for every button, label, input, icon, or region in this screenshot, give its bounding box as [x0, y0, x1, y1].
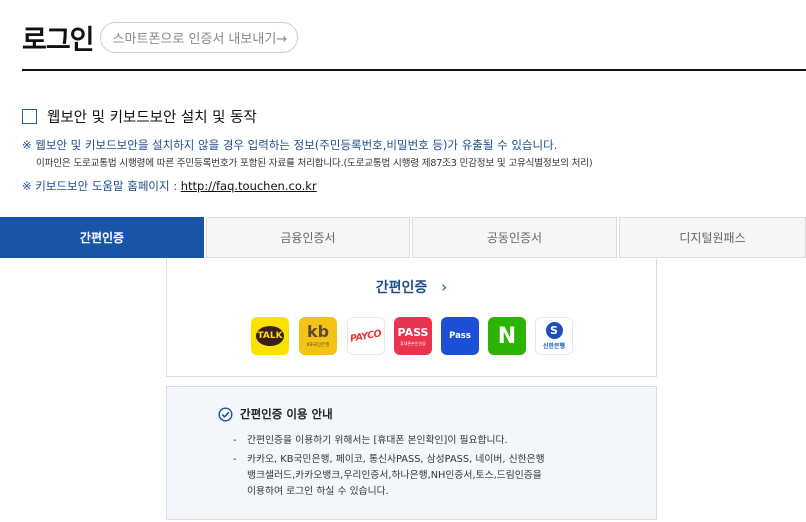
kakao-icon-label: TALK — [256, 326, 284, 346]
keyboard-help-prefix: ※ 키보드보안 도움말 홈페이지 : — [22, 179, 181, 193]
check-circle-icon — [218, 406, 233, 422]
security-install-label[interactable]: 웹보안 및 키보드보안 설치 및 동작 — [47, 106, 257, 127]
kakao-icon[interactable]: TALK — [251, 317, 289, 355]
pass-icon[interactable]: PASS 휴대폰본인인증 — [394, 317, 432, 355]
tab-digital-onepass[interactable]: 디지털원패스 — [619, 217, 806, 258]
shinhan-icon-mark: S — [545, 322, 563, 339]
page-title: 로그인 — [22, 25, 95, 56]
kb-icon[interactable]: kb KB국민은행 — [299, 317, 337, 355]
tab-financial-certificate[interactable]: 금융인증서 — [206, 217, 410, 258]
security-install-row[interactable]: 웹보안 및 키보드보안 설치 및 동작 — [22, 106, 257, 127]
pass-icon-sub: 휴대폰본인인증 — [400, 340, 426, 346]
samsung-pass-icon-label: Pass — [449, 331, 471, 341]
simple-auth-heading[interactable]: 간편인증 › — [167, 277, 656, 297]
shinhan-icon-sub: 신한은행 — [542, 343, 566, 350]
guide-item-text: 이용하여 로그인 하실 수 있습니다. — [247, 486, 389, 497]
guide-title: 간편인증 이용 안내 — [240, 407, 333, 421]
pass-icon-label: PASS — [397, 325, 429, 339]
tab-simple-auth[interactable]: 간편인증 — [0, 217, 204, 258]
guide-item-text: 간편인증을 이용하기 위해서는 [휴대폰 본인확인]이 필요합니다. — [247, 435, 508, 446]
naver-icon-label: N — [497, 323, 517, 349]
kb-icon-sub: KB국민은행 — [306, 343, 330, 348]
naver-icon[interactable]: N — [488, 317, 526, 355]
payco-icon-label: PAYCO — [349, 327, 383, 345]
guide-title-row: 간편인증 이용 안내 — [218, 406, 333, 422]
kb-icon-mark: kb — [306, 322, 330, 341]
samsung-pass-icon[interactable]: Pass — [441, 317, 479, 355]
simple-auth-guide: 간편인증 이용 안내 - 간편인증을 이용하기 위해서는 [휴대폰 본인확인]이 … — [166, 386, 657, 520]
shinhan-icon[interactable]: S 신한은행 — [535, 317, 573, 355]
guide-item-text: 뱅크샐러드,카카오뱅크,우리인증서,하나은행,NH인증서,토스,드림인증을 — [247, 470, 542, 481]
simple-auth-panel: 간편인증 › TALK kb KB국민은행 PAYCO PASS 휴대폰본인인증 … — [166, 259, 657, 377]
guide-item-text: 카카오, KB국민은행, 페이코, 통신사PASS, 삼성PASS, 네이버, … — [247, 454, 545, 465]
security-install-checkbox[interactable] — [22, 109, 37, 124]
page-header: 로그인 스마트폰으로 인증서 내보내기→ — [22, 18, 299, 57]
export-certificate-button[interactable]: 스마트폰으로 인증서 내보내기→ — [99, 22, 299, 53]
auth-method-tabs: 간편인증 금융인증서 공동인증서 디지털원패스 — [0, 217, 806, 259]
chevron-right-icon: › — [441, 278, 448, 296]
header-divider — [22, 69, 806, 71]
keyboard-help-link[interactable]: http://faq.touchen.co.kr — [181, 179, 317, 193]
security-warning-notice: ※ 웹보안 및 키보드보안을 설치하지 않을 경우 입력하는 정보(주민등록번호… — [22, 138, 558, 152]
keyboard-help-notice: ※ 키보드보안 도움말 홈페이지 : http://faq.touchen.co… — [22, 178, 317, 194]
privacy-notice: 이파인은 도로교통법 시행령에 따른 주민등록번호가 포함된 자료를 처리합니다… — [36, 158, 593, 169]
tab-joint-certificate[interactable]: 공동인증서 — [412, 217, 617, 258]
payco-icon[interactable]: PAYCO — [347, 317, 385, 355]
simple-auth-heading-label: 간편인증 — [375, 280, 428, 296]
